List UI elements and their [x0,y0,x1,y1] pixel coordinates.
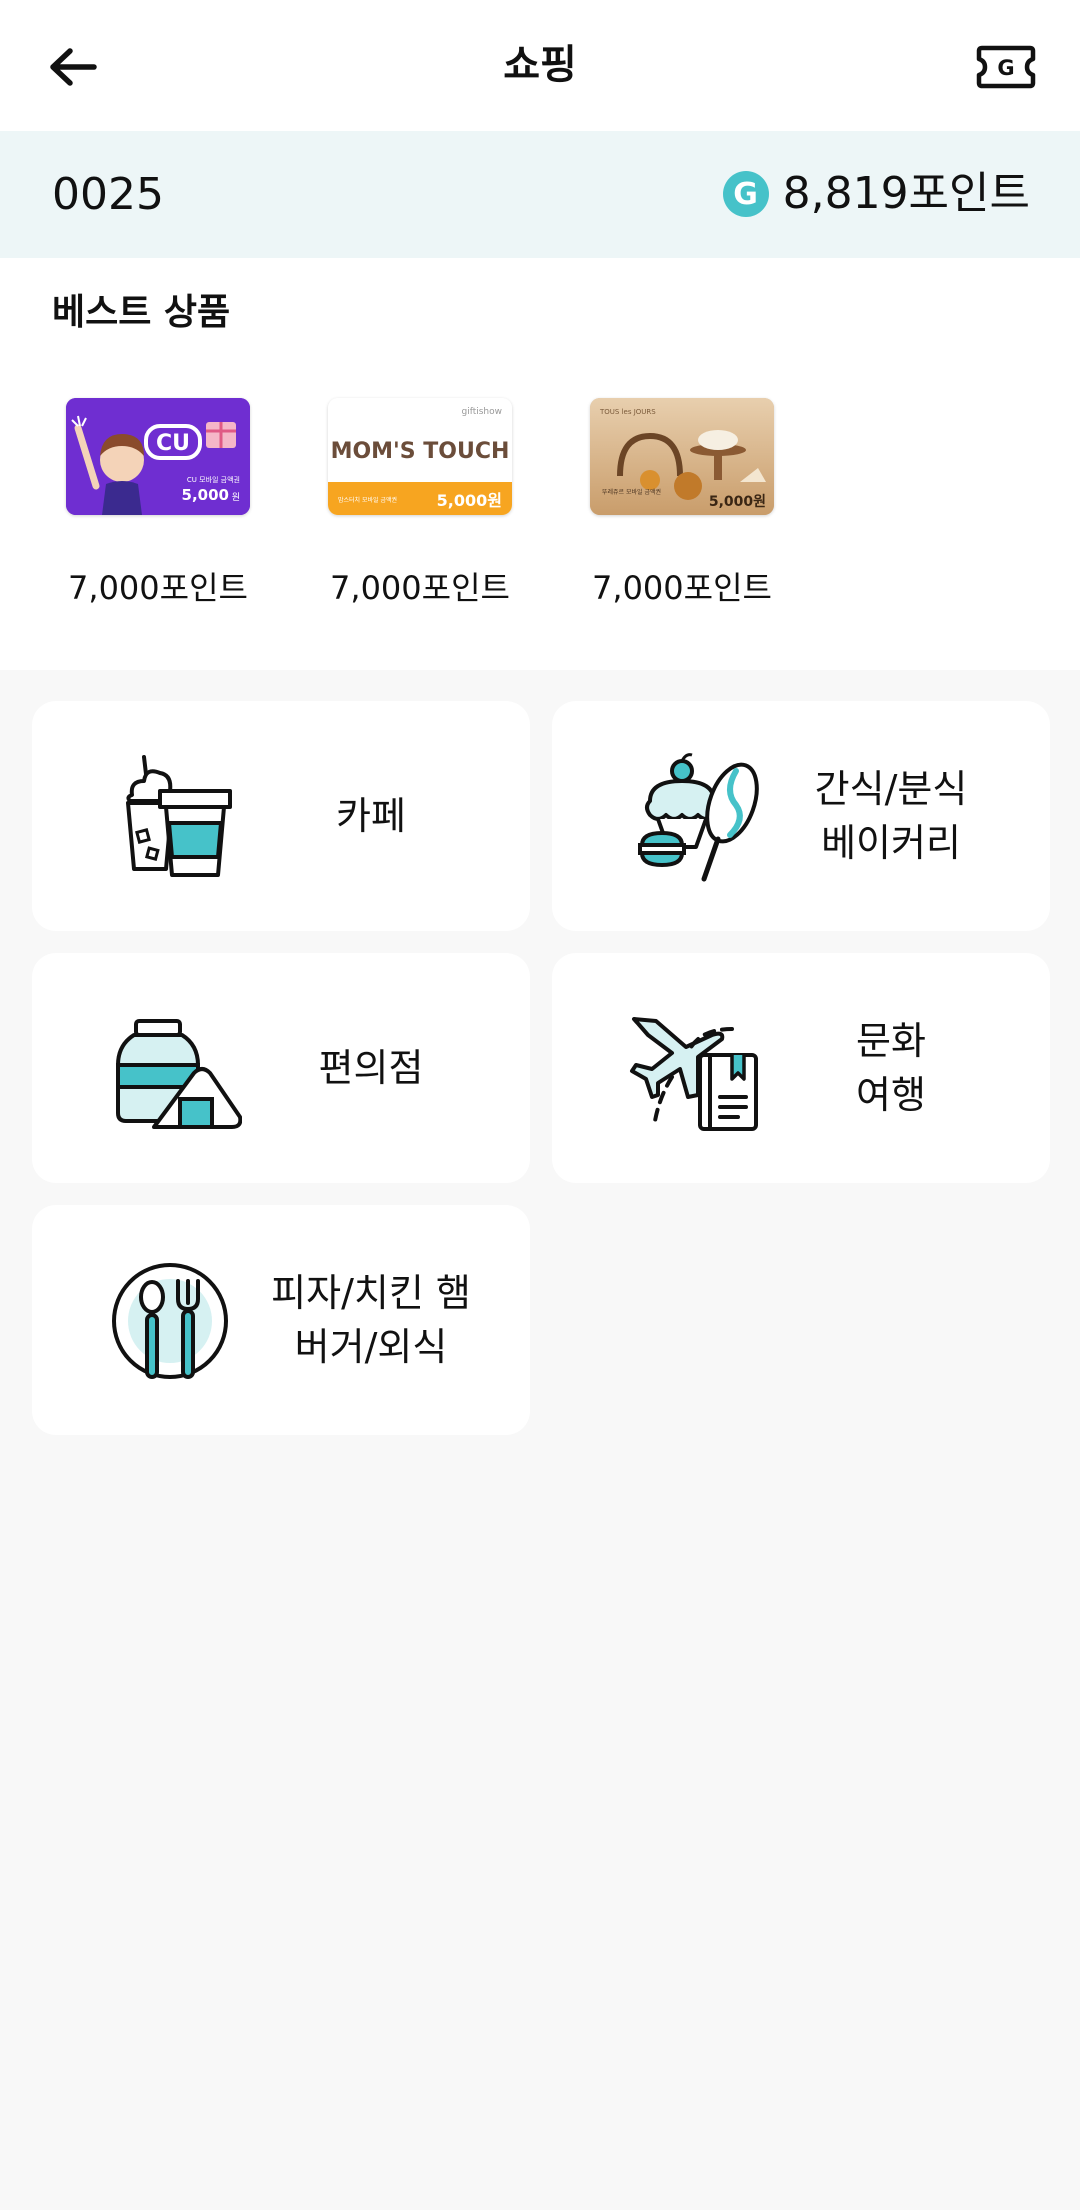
points-bar: 0025 G 8,819포인트 [0,131,1080,258]
best-products-section: 베스트 상품 CU CU 모바일 금액권 5,000 원 7,000포인트 gi… [0,258,1080,670]
category-label: 간식/분식 베이커리 [814,767,968,865]
points-display[interactable]: G 8,819포인트 [722,165,1030,223]
card-caption: CU 모바일 금액권 [187,475,240,484]
moms-touch-gift-card-image: giftishow MOM'S TOUCH 맘스터치 모바일 금액권 5,000… [328,398,512,515]
card-amount: 5,000원 [437,491,502,510]
category-label: 편의점 [318,1046,424,1090]
moms-touch-logo-text: MOM'S TOUCH [331,439,510,464]
page-title: 쇼핑 [503,42,577,88]
category-tile-cafe[interactable]: 카페 [32,701,530,931]
card-amount-unit: 원 [232,492,240,503]
member-id: 0025 [52,169,164,220]
category-tile-snack-bakery[interactable]: 간식/분식 베이커리 [552,701,1050,931]
dining-plate-icon [108,1255,242,1389]
tous-logo-text: TOUS les JOURS [599,408,656,416]
ticket-letter: G [997,56,1014,80]
category-tile-culture-travel[interactable]: 문화 여행 [552,953,1050,1183]
culture-travel-icon [628,1003,762,1137]
convenience-store-icon [108,1003,243,1137]
category-tile-dining[interactable]: 피자/치킨 햄 버거/외식 [32,1205,530,1435]
points-value: 8,819포인트 [782,168,1030,219]
card-publisher: giftishow [461,407,502,417]
g-ticket-button[interactable]: G [972,38,1040,96]
card-amount: 5,000 [182,486,229,504]
category-label: 카페 [336,794,406,838]
g-ticket-icon: G [976,45,1036,89]
category-tile-convenience-store[interactable]: 편의점 [32,953,530,1183]
section-title: 베스트 상품 [52,292,231,333]
product-price: 7,000포인트 [592,569,772,607]
g-coin-icon: G [722,171,769,217]
category-label: 문화 여행 [856,1019,926,1117]
category-label: 피자/치킨 햄 버거/외식 [271,1271,471,1369]
snack-bakery-icon [628,751,762,885]
card-caption: 맘스터치 모바일 금액권 [338,496,397,504]
cu-logo-text: CU [156,431,190,456]
tous-les-jours-gift-card-image: TOUS les JOURS 뚜레쥬르 모바일 금액권 5,000원 [590,398,774,515]
top-app-bar: 쇼핑 G [0,0,1080,131]
card-caption: 뚜레쥬르 모바일 금액권 [602,488,661,496]
cafe-drinks-icon [108,751,242,885]
cu-gift-card-image: CU CU 모바일 금액권 5,000 원 [66,398,250,515]
card-amount: 5,000원 [709,494,766,510]
